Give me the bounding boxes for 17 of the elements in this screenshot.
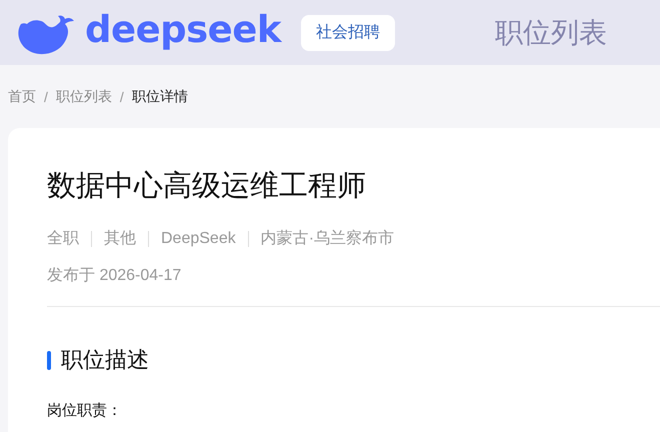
recruit-button[interactable]: 社会招聘 [300,14,395,50]
job-tag: 其他 [104,228,136,249]
breadcrumb-link[interactable]: 首页 [8,88,36,106]
breadcrumb-link[interactable]: 职位详情 [132,88,188,106]
separator: / [120,88,124,104]
publish-date: 发布于 2026-04-17 [47,266,182,286]
nav-link[interactable]: 职位列表 [494,14,607,52]
separator: / [44,88,48,104]
job-tag: DeepSeek [161,230,236,248]
breadcrumb-link[interactable]: 职位列表 [56,88,112,106]
section-marker [47,350,51,370]
job-tag: 全职 [47,228,79,249]
logo-text: deepseek [85,11,281,53]
subheading: 岗位职责： [47,401,123,420]
job-tag: 内蒙古·乌兰察布市 [260,228,394,249]
section-title: 职位描述 [61,346,149,374]
job-title: 数据中心高级运维工程师 [47,169,367,204]
